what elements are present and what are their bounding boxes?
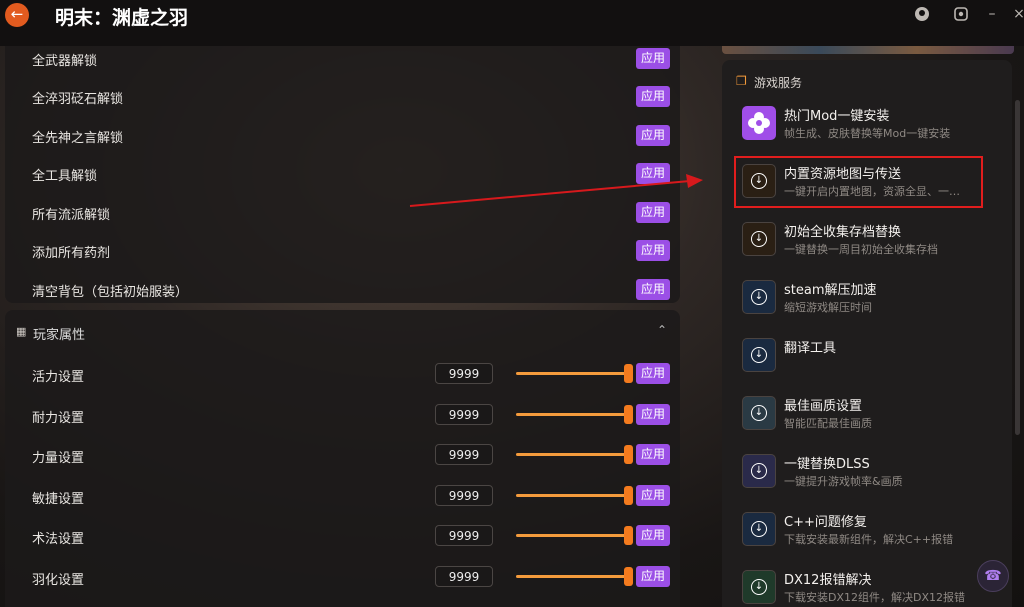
title-bar: ← 明末：渊虚之羽 – × (0, 0, 1024, 46)
app-title: 明末：渊虚之羽 (55, 7, 189, 29)
minimize-icon[interactable]: – (984, 6, 1000, 22)
close-icon[interactable]: × (1011, 6, 1024, 22)
back-arrow-icon[interactable]: ← (5, 3, 29, 27)
headset-support-icon[interactable]: ☎ (977, 560, 1009, 592)
settings-icon[interactable] (953, 6, 969, 22)
annotation-arrow (409, 174, 703, 207)
user-icon[interactable] (914, 6, 930, 22)
scrollbar[interactable] (1015, 100, 1020, 435)
